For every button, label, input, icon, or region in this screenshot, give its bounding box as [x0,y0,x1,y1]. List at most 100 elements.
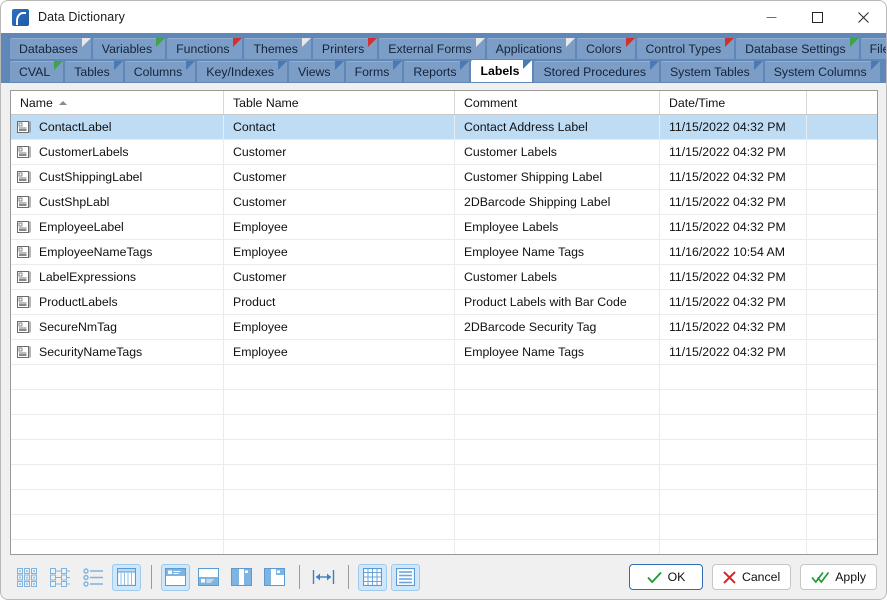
tab-applications[interactable]: Applications [486,38,575,59]
grid-body[interactable]: ContactLabel Contact Contact Address Label… [11,115,877,554]
large-icons-view-button[interactable] [13,564,42,591]
table-row-empty[interactable] [11,415,877,440]
row-lines-icon [396,568,415,586]
tab-corner-marker-icon [334,61,344,70]
cell-text: Employee Name Tags [464,245,585,259]
tab-views[interactable]: Views [288,61,344,82]
tab-columns[interactable]: Columns [124,61,196,82]
grid-view-button[interactable] [112,563,141,591]
tab-themes[interactable]: Themes [244,38,311,59]
table-row-empty[interactable] [11,390,877,415]
layout-bottom-panel-button[interactable] [194,564,223,591]
column-header-label: Name [20,95,53,110]
table-row[interactable]: SecureNmTag Employee 2DBarcode Security Ta… [11,315,877,340]
column-header-datetime[interactable]: Date/Time [660,91,807,114]
table-row[interactable]: EmployeeLabel Employee Employee Labels 11/1… [11,215,877,240]
column-header-table-name[interactable]: Table Name [224,91,455,114]
maximize-button[interactable] [794,1,840,33]
cell-comment: Customer Labels [455,140,660,164]
tab-labels[interactable]: Labels [471,60,533,82]
column-header-label: Comment [464,95,518,110]
tab-reports[interactable]: Reports [404,61,470,82]
table-row[interactable]: CustShippingLabel Customer Customer Shippi… [11,165,877,190]
cell-empty [455,390,660,414]
cell-empty [660,415,807,439]
layout-right-panel-button[interactable] [260,564,289,591]
table-row-empty[interactable] [11,515,877,540]
column-header-comment[interactable]: Comment [455,91,660,114]
fit-columns-button[interactable] [309,564,338,591]
table-row[interactable]: ContactLabel Contact Contact Address Label… [11,115,877,140]
cell-empty [455,540,660,554]
tab-colors[interactable]: Colors [576,38,635,59]
tab-corner-marker-icon [625,38,635,47]
cell-text: Product [233,295,276,309]
table-row[interactable]: ProductLabels Product Product Labels with … [11,290,877,315]
ok-button[interactable]: OK [628,564,703,590]
close-button[interactable] [840,1,886,33]
tab-row-secondary: CVAL Tables Columns Key/Indexes Views Forms Re… [1,59,886,82]
cell-text: EmployeeLabel [39,220,124,234]
grid-lines-button[interactable] [358,563,387,591]
tab-label: Reports [413,64,457,79]
grid-container: Name Table Name Comment Date/Time ContactLa… [1,83,886,555]
cell-name: ProductLabels [11,290,224,314]
table-row-empty[interactable] [11,465,877,490]
tab-functions[interactable]: Functions [167,38,243,59]
cell-text: ProductLabels [39,295,118,309]
cell-text: 11/16/2022 10:54 AM [669,245,786,259]
cell-filler [807,190,877,214]
tab-database-settings[interactable]: Database Settings [736,38,859,59]
apply-button-label: Apply [835,570,866,584]
table-row[interactable]: CustomerLabels Customer Customer Labels 11/… [11,140,877,165]
table-row[interactable]: SecurityNameTags Employee Employee Name Ta… [11,340,877,365]
table-row-empty[interactable] [11,365,877,390]
layout-left-panel-button[interactable] [227,564,256,591]
tab-control-types[interactable]: Control Types [636,38,735,59]
cell-text: Employee [233,245,288,259]
table-row[interactable]: EmployeeNameTags Employee Employee Name Ta… [11,240,877,265]
table-row-empty[interactable] [11,440,877,465]
tab-label: Files [869,41,886,56]
tab-system-columns[interactable]: System Columns [764,61,880,82]
tab-corner-marker-icon [368,38,378,47]
label-record-icon [17,121,31,133]
table-row-empty[interactable] [11,540,877,554]
tab-cval[interactable]: CVAL [10,61,64,82]
table-row[interactable]: CustShpLabl Customer 2DBarcode Shipping La… [11,190,877,215]
layout-top-panel-button[interactable] [161,563,190,591]
column-header-name[interactable]: Name [11,91,224,114]
table-row[interactable]: LabelExpressions Customer Customer Labels 1… [11,265,877,290]
double-check-icon [811,571,830,583]
cell-name: LabelExpressions [11,265,224,289]
tab-databases[interactable]: Databases [10,38,91,59]
cell-empty [807,440,877,464]
detail-list-view-button[interactable] [79,564,108,591]
sort-ascending-icon [58,100,67,105]
tab-system-tables[interactable]: System Tables [660,61,763,82]
tab-label: CVAL [19,64,51,79]
ok-button-label: OK [667,570,686,584]
cell-table-name: Employee [224,215,455,239]
tab-external-forms[interactable]: External Forms [379,38,485,59]
cell-filler [807,140,877,164]
tab-printers[interactable]: Printers [312,38,378,59]
cell-datetime: 11/15/2022 04:32 PM [660,140,807,164]
labels-grid[interactable]: Name Table Name Comment Date/Time ContactLa… [10,90,878,555]
tab-variables[interactable]: Variables [92,38,166,59]
cell-filler [807,340,877,364]
tab-key-indexes[interactable]: Key/Indexes [197,61,287,82]
minimize-button[interactable] [748,1,794,33]
tab-files[interactable]: Files [860,38,886,59]
tab-label: Tables [74,64,110,79]
cancel-button[interactable]: Cancel [711,564,792,590]
cell-text: SecureNmTag [39,320,117,334]
tab-tables[interactable]: Tables [65,61,123,82]
tab-forms[interactable]: Forms [345,61,403,82]
table-row-empty[interactable] [11,490,877,515]
row-lines-button[interactable] [391,563,420,591]
cell-text: Employee [233,320,288,334]
apply-button[interactable]: Apply [800,564,877,590]
tree-view-button[interactable] [46,564,75,591]
tab-stored-procedures[interactable]: Stored Procedures [534,61,659,82]
